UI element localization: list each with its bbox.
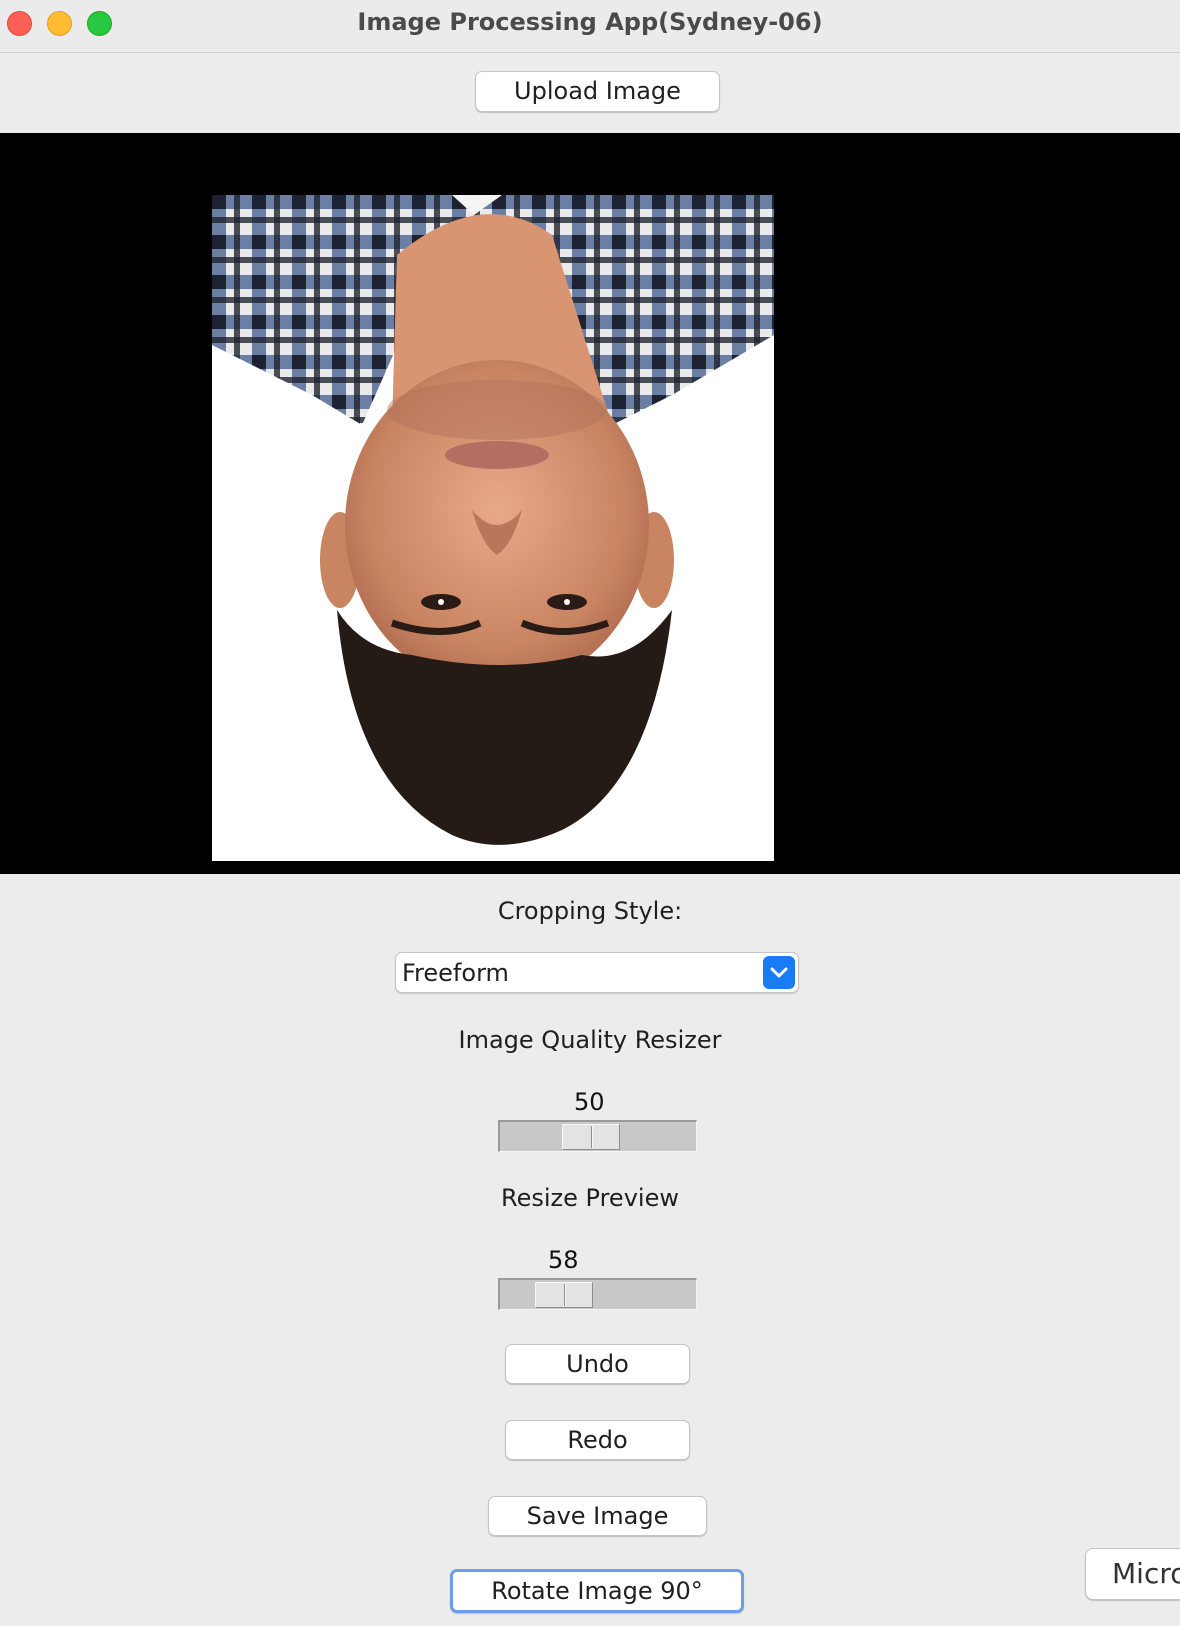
portrait-photo — [212, 195, 774, 861]
save-image-button[interactable]: Save Image — [488, 1496, 707, 1536]
background-window-button[interactable]: Micro — [1085, 1548, 1180, 1600]
chevron-down-icon[interactable] — [763, 956, 795, 989]
title-bar: Image Processing App(Sydney-06) — [0, 0, 1180, 53]
image-quality-value: 50 — [574, 1088, 605, 1116]
image-quality-slider-thumb[interactable] — [562, 1124, 620, 1150]
resize-preview-value: 58 — [548, 1246, 579, 1274]
app-window: Image Processing App(Sydney-06) Upload I… — [0, 0, 1180, 1626]
resize-preview-slider[interactable] — [498, 1278, 697, 1310]
undo-button[interactable]: Undo — [505, 1344, 690, 1384]
window-title: Image Processing App(Sydney-06) — [357, 8, 823, 36]
preview-image — [212, 195, 774, 861]
cropping-style-value: Freeform — [402, 959, 509, 987]
resize-preview-slider-thumb[interactable] — [535, 1282, 593, 1308]
upload-image-button[interactable]: Upload Image — [475, 71, 720, 112]
cropping-style-select[interactable]: Freeform — [395, 952, 799, 993]
image-quality-slider[interactable] — [498, 1120, 697, 1152]
image-quality-label: Image Quality Resizer — [458, 1026, 722, 1054]
cropping-style-label: Cropping Style: — [497, 897, 683, 925]
image-canvas — [0, 133, 1180, 874]
redo-button[interactable]: Redo — [505, 1420, 690, 1460]
rotate-image-button[interactable]: Rotate Image 90° — [450, 1569, 744, 1613]
resize-preview-label: Resize Preview — [501, 1184, 679, 1212]
